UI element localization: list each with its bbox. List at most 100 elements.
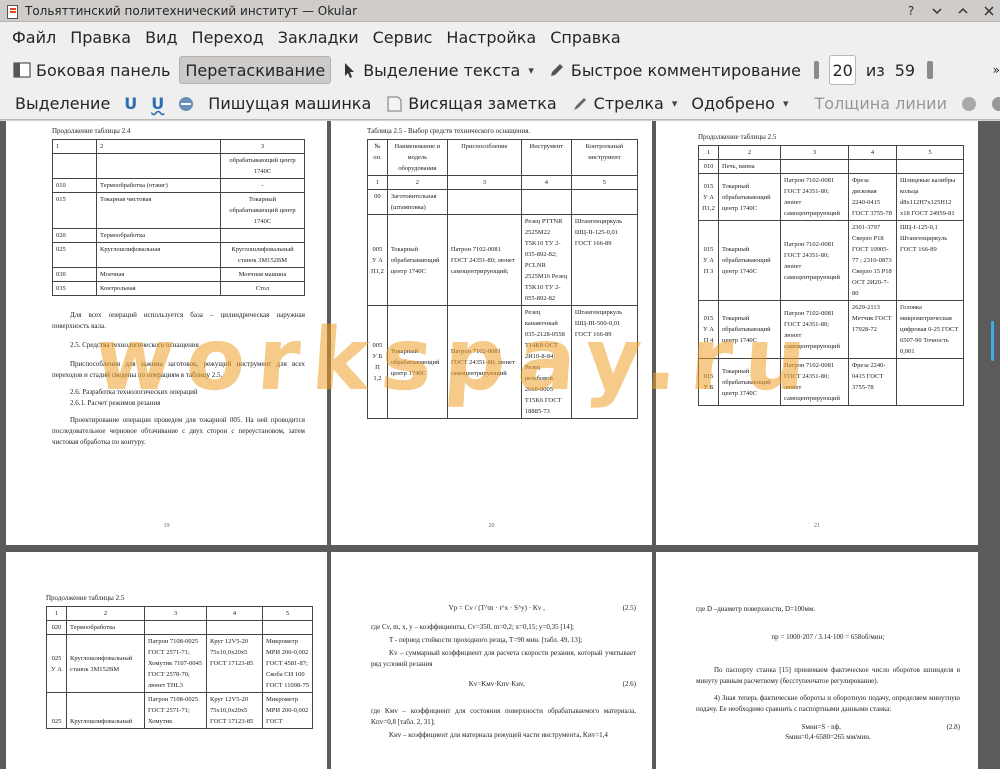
cursor-icon	[340, 61, 358, 79]
next-page-icon[interactable]	[927, 61, 933, 79]
page-24: где D –диаметр поверхности, D=100мм. nр …	[656, 552, 978, 769]
table-cell: Круг 12V5-20 75x10,0x20x5 ГОСТ 17123-85	[206, 692, 263, 729]
note-label: Висящая заметка	[408, 94, 557, 113]
table-caption: Продолжение таблицы 2.4	[52, 127, 131, 135]
table-cell: 1	[52, 139, 97, 154]
paragraph: Для всех операций используется база – ци…	[52, 311, 305, 330]
table-cell: 2	[96, 139, 221, 154]
typewriter-label: Пишущая машинка	[208, 94, 372, 113]
table-cell: Инструмент	[520, 139, 572, 176]
note-button[interactable]: Висящая заметка	[380, 90, 561, 118]
toolbar-overflow-icon[interactable]: »	[993, 63, 1000, 77]
table-cell: Контрольный инструмент	[570, 139, 639, 176]
maximize-icon[interactable]	[952, 2, 974, 20]
section-heading: 2.6. Разработка технологических операций	[70, 388, 198, 396]
table-row: 12345	[698, 145, 964, 160]
document-view[interactable]: Продолжение таблицы 2.4 123 обрабатывающ…	[0, 121, 1000, 769]
page-of-label: из	[865, 60, 885, 80]
squiggle-icon[interactable]: U	[146, 90, 169, 118]
sidebar-label: Боковая панель	[36, 60, 171, 80]
font-icon[interactable]	[986, 90, 1000, 118]
drag-mode-button[interactable]: Перетаскивание	[179, 56, 332, 84]
menu-view[interactable]: Вид	[139, 26, 183, 49]
previous-page-icon[interactable]	[813, 61, 820, 79]
table-cell: Термообработка (отжиг)	[96, 178, 221, 193]
table-cell	[848, 159, 897, 174]
page-number: 21	[814, 523, 820, 529]
quick-comment-button[interactable]: Быстрое комментирование	[543, 56, 806, 84]
page-19: Продолжение таблицы 2.4 123 обрабатывающ…	[6, 121, 327, 545]
arrow-label: Стрелка	[593, 94, 664, 113]
strikeout-icon[interactable]	[173, 90, 199, 118]
window-title: Тольяттинский политехнический институт —…	[25, 3, 358, 18]
table-cell	[520, 189, 572, 215]
table-cell: Головка микрометрическая цифровая 0-25 Г…	[896, 300, 964, 359]
vertical-scrollbar[interactable]	[991, 321, 994, 361]
table-cell: Штангенциркуль ШЦ-II-125-0,01 ГОСТ 166-8…	[570, 214, 639, 306]
table-cell: Токарная чистовая	[96, 192, 221, 229]
table-cell: Токарный обрабатывающий центр 1740С	[718, 358, 781, 406]
menu-file[interactable]: Файл	[6, 26, 62, 49]
sidebar-button[interactable]: Боковая панель	[8, 56, 175, 84]
menu-help[interactable]: Справка	[544, 26, 627, 49]
table-cell: 4	[206, 606, 263, 621]
arrow-button[interactable]: Стрелка ▾	[566, 90, 683, 118]
menu-go[interactable]: Переход	[186, 26, 270, 49]
color-icon[interactable]	[956, 90, 982, 118]
stamp-label: Одобрено	[691, 94, 775, 113]
table-row: 015 У А П 4 Токарный обрабатывающий центр…	[698, 300, 964, 359]
table-row: 00 Заготовительная (штамповка)	[367, 189, 639, 215]
table-cell: Круглошлифовальный станок 3М152ВМ	[66, 634, 145, 693]
help-icon[interactable]: ?	[900, 2, 922, 20]
table-cell: Токарный обрабатывающий центр 1740С	[718, 220, 781, 301]
table-cell: Патрон 7102-0081 ГОСТ 24351-80; люнет са…	[780, 358, 849, 406]
table-cell: Патрон 7102-0081 ГОСТ 24351-80; люнет са…	[780, 300, 849, 359]
table-cell	[220, 228, 305, 243]
menu-settings[interactable]: Настройка	[440, 26, 542, 49]
formula-feed: Sмин=0,4·6580=265 мм/мин.	[785, 733, 871, 741]
sidebar-icon	[13, 61, 31, 79]
table-cell: Патрон 7102-0081 ГОСТ 24351-80; люнет са…	[446, 214, 522, 306]
menu-bookmarks[interactable]: Закладки	[272, 26, 365, 49]
typewriter-button[interactable]: Пишущая машинка	[203, 90, 376, 118]
underline-icon[interactable]: U	[119, 90, 142, 118]
chevron-down-icon[interactable]: ▾	[783, 97, 789, 110]
table-cell: 005 У Б П 1,2	[367, 305, 388, 419]
table-cell: 1	[698, 145, 719, 160]
table-cell: 4	[848, 145, 897, 160]
table-cell: 2629-2113 Метчик ГОСТ 17928-72	[848, 300, 897, 359]
table-cell: 015	[52, 192, 97, 229]
table-2-5-continued: 12345 010 Печь, ванна 015 У А П1,2 Токарны…	[698, 145, 964, 406]
table-cell: 025 У А	[46, 634, 67, 693]
table-row: 025 У А Круглошлифовальный станок 3М152ВМ…	[46, 634, 313, 693]
table-cell: Токарный обрабатывающий центр 1740С	[718, 300, 781, 359]
table-cell: 020	[52, 228, 97, 243]
table-cell: Круглошлифовальный	[66, 692, 145, 729]
table-cell: 3	[780, 145, 849, 160]
table-row: 12345	[367, 175, 639, 190]
table-row: 123	[52, 139, 305, 154]
table-row: 015 У А П1,2 Токарный обрабатывающий цент…	[698, 173, 964, 221]
text-select-button[interactable]: Выделение текста ▾	[335, 56, 539, 84]
table-row: обрабатывающий центр 1740С	[52, 153, 305, 179]
chevron-down-icon[interactable]: ▾	[528, 64, 534, 77]
table-row: 005 У Б П 1,2 Токарный обрабатывающий цен…	[367, 305, 639, 419]
stamp-button[interactable]: Одобрено ▾	[686, 90, 793, 118]
table-cell: 1	[46, 606, 67, 621]
chevron-down-icon[interactable]: ▾	[672, 97, 678, 110]
menu-edit[interactable]: Правка	[64, 26, 137, 49]
minimize-icon[interactable]	[926, 2, 948, 20]
table-cell: 3	[220, 139, 305, 154]
close-icon[interactable]	[978, 2, 1000, 20]
okular-app-icon	[5, 4, 19, 19]
highlight-button[interactable]: Выделение	[10, 90, 115, 118]
table-cell	[262, 620, 313, 635]
table-cell: Токарный обрабатывающий центр 1740С	[718, 173, 781, 221]
table-row: 12345	[46, 606, 313, 621]
line-width-button[interactable]: Толщина линии	[809, 90, 952, 118]
menu-tools[interactable]: Сервис	[367, 26, 439, 49]
page-number-input[interactable]: 20	[829, 55, 856, 85]
paragraph: Kиv – коэффициент для материала режущей …	[389, 731, 608, 739]
table-cell: 3	[144, 606, 207, 621]
paragraph: Приспособления для зажима заготовок, реж…	[52, 360, 305, 379]
